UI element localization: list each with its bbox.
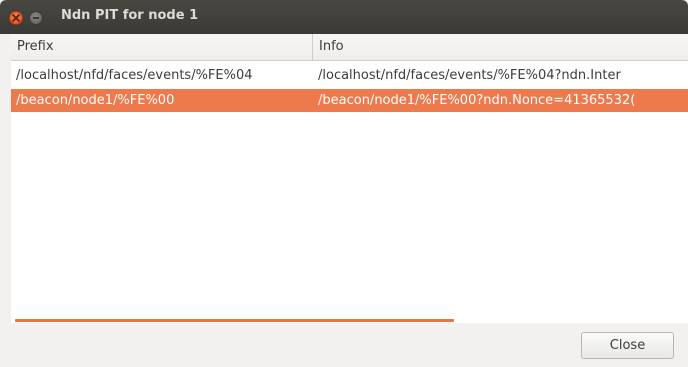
window-title: Ndn PIT for node 1 [61, 8, 199, 23]
table-row-selected[interactable]: /beacon/node1/%FE%00 /beacon/node1/%FE%0… [11, 89, 688, 112]
column-header-info[interactable]: Info [313, 34, 688, 60]
info-cell: /beacon/node1/%FE%00?ndn.Nonce=41365532( [318, 93, 636, 108]
prefix-cell: /beacon/node1/%FE%00 [16, 93, 175, 108]
window-minimize-icon[interactable] [29, 11, 43, 25]
table-row[interactable]: /localhost/nfd/faces/events/%FE%04 /loca… [11, 64, 688, 87]
window-close-icon[interactable] [9, 11, 23, 25]
info-cell: /localhost/nfd/faces/events/%FE%04?ndn.I… [318, 68, 621, 83]
horizontal-scrollbar[interactable] [15, 319, 454, 322]
column-header-prefix[interactable]: Prefix [11, 34, 313, 60]
pit-dialog-window: Ndn PIT for node 1 Prefix Info /localhos… [0, 0, 688, 367]
prefix-cell: /localhost/nfd/faces/events/%FE%04 [16, 68, 253, 83]
table-header: Prefix Info [11, 34, 688, 61]
close-button[interactable]: Close [581, 332, 674, 359]
pit-table[interactable]: Prefix Info /localhost/nfd/faces/events/… [11, 34, 688, 323]
title-bar[interactable]: Ndn PIT for node 1 [0, 0, 688, 34]
